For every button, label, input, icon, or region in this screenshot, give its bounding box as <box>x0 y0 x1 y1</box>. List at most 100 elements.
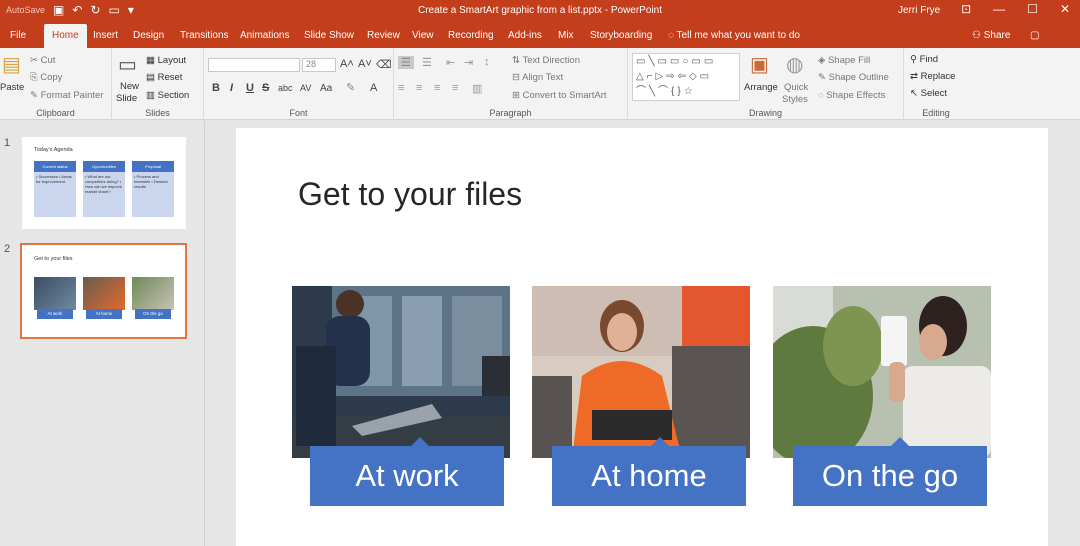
group-slides: ▭ New Slide ▦ Layout ▤ Reset ▥ Section S… <box>112 48 204 120</box>
font-name-combo[interactable] <box>208 58 300 72</box>
select-button[interactable]: ↖ Select <box>910 88 947 99</box>
decrease-indent-icon[interactable]: ⇤ <box>446 56 455 69</box>
new-slide-icon[interactable]: ▭ <box>118 52 137 77</box>
tab-insert[interactable]: Insert <box>93 30 118 41</box>
slide-thumbnail-panel[interactable]: 1 Today's Agenda Current status • Succes… <box>0 121 205 546</box>
woman-on-couch-photo[interactable] <box>532 286 750 458</box>
tab-mix[interactable]: Mix <box>558 30 574 41</box>
user-name[interactable]: Jerri Frye <box>898 5 940 16</box>
new-slide-label[interactable]: New <box>120 81 139 92</box>
arrange-icon[interactable]: ▣ <box>750 52 769 77</box>
text-direction-icon: ⇅ <box>512 55 523 66</box>
grow-font-icon[interactable]: A˄ <box>340 58 354 70</box>
cut-button[interactable]: ✂ Cut <box>30 55 55 66</box>
tab-transitions[interactable]: Transitions <box>180 30 229 41</box>
shadow-button[interactable]: abc <box>278 83 293 93</box>
arrange-button[interactable]: Arrange <box>744 82 778 93</box>
slide-thumbnail-2[interactable]: Get to your files At work At home On the… <box>20 243 187 339</box>
bold-button[interactable]: B <box>212 82 220 94</box>
caption-at-work[interactable]: At work <box>310 446 504 506</box>
align-left-icon[interactable]: ≡ <box>398 82 404 94</box>
underline-button[interactable]: U <box>246 82 254 94</box>
thumb-photo <box>83 277 125 310</box>
align-text-button[interactable]: ⊟ Align Text <box>512 72 563 83</box>
align-center-icon[interactable]: ≡ <box>416 82 422 94</box>
comments-icon[interactable]: ▢ <box>1030 30 1039 41</box>
caption-on-the-go[interactable]: On the go <box>793 446 987 506</box>
align-right-icon[interactable]: ≡ <box>434 82 440 94</box>
ribbon-display-icon[interactable]: ⊡ <box>961 2 971 16</box>
paste-button[interactable]: Paste <box>0 82 24 93</box>
shapes-gallery[interactable]: ▭╲▭▭○▭▭ △⌐▷⇨⇦◇▭ ⌒╲⌒{}☆ <box>632 53 740 101</box>
font-color-button[interactable]: A <box>370 82 377 94</box>
tab-recording[interactable]: Recording <box>448 30 494 41</box>
man-at-desk-photo[interactable] <box>292 286 510 458</box>
new-slide-label-2[interactable]: Slide <box>116 93 137 104</box>
shape-outline-button[interactable]: ✎ Shape Outline <box>818 72 889 83</box>
tab-home[interactable]: Home <box>44 24 87 48</box>
group-label-drawing: Drawing <box>748 108 782 118</box>
share-button[interactable]: ⚇ Share <box>972 30 1010 41</box>
find-button[interactable]: ⚲ Find <box>910 54 938 65</box>
fill-icon: ◈ <box>818 55 828 66</box>
outline-icon: ✎ <box>818 72 829 83</box>
tab-animations[interactable]: Animations <box>240 30 289 41</box>
copy-button[interactable]: ⎘ Copy <box>30 72 62 83</box>
replace-button[interactable]: ⇄ Replace <box>910 71 955 82</box>
thumb-label: On the go <box>135 309 171 319</box>
tab-view[interactable]: View <box>412 30 434 41</box>
format-painter-button[interactable]: ✎ Format Painter <box>30 90 103 101</box>
paste-icon[interactable]: ▤ <box>2 52 21 77</box>
tab-slide-show[interactable]: Slide Show <box>304 30 354 41</box>
replace-icon: ⇄ <box>910 71 921 82</box>
shrink-font-icon[interactable]: A˅ <box>358 58 372 70</box>
italic-button[interactable]: I <box>230 82 233 94</box>
font-size-combo[interactable]: 28 <box>302 58 336 72</box>
slide-title[interactable]: Get to your files <box>298 176 522 213</box>
woman-with-phone-photo[interactable] <box>773 286 991 458</box>
strikethrough-button[interactable]: S <box>262 82 269 94</box>
tab-review[interactable]: Review <box>367 30 400 41</box>
layout-icon: ▦ <box>146 55 158 66</box>
tab-add-ins[interactable]: Add-ins <box>508 30 542 41</box>
clear-format-icon[interactable]: ⌫ <box>376 58 392 71</box>
shape-effects-button[interactable]: ◌ Shape Effects <box>818 90 885 101</box>
thumb-photo <box>34 277 76 310</box>
columns-icon[interactable]: ▥ <box>472 82 482 95</box>
slide-thumbnail-1[interactable]: Today's Agenda Current status • Successe… <box>22 137 186 229</box>
close-icon[interactable]: ✕ <box>1060 2 1070 16</box>
quick-styles-icon[interactable]: ◍ <box>786 52 803 77</box>
cursor-icon: ↖ <box>910 88 921 99</box>
shape-fill-button[interactable]: ◈ Shape Fill <box>818 55 870 66</box>
justify-icon[interactable]: ≡ <box>452 82 458 94</box>
convert-smartart-button[interactable]: ⊞ Convert to SmartArt <box>512 90 607 101</box>
quick-styles-label[interactable]: Quick <box>784 82 808 93</box>
numbering-icon[interactable]: ☰ <box>422 56 432 69</box>
bullets-icon[interactable]: ☰ <box>398 56 414 69</box>
tell-me-search[interactable]: ◌ Tell me what you want to do <box>668 30 800 41</box>
thumb-agenda-column: Proposal • Process and timetable • Desir… <box>132 161 174 217</box>
slide-number-1: 1 <box>4 137 11 149</box>
text-direction-button[interactable]: ⇅ Text Direction <box>512 55 580 66</box>
current-slide[interactable]: Get to your files At work At home On the… <box>236 128 1048 546</box>
minimize-icon[interactable]: — <box>993 2 1005 16</box>
lightbulb-icon: ◌ <box>668 30 677 41</box>
scissors-icon: ✂ <box>30 55 41 66</box>
reset-button[interactable]: ▤ Reset <box>146 72 182 83</box>
tab-design[interactable]: Design <box>133 30 164 41</box>
ribbon: ▤ Paste ✂ Cut ⎘ Copy ✎ Format Painter Cl… <box>0 48 1080 120</box>
group-label-clipboard: Clipboard <box>36 108 75 118</box>
section-button[interactable]: ▥ Section <box>146 90 189 101</box>
layout-button[interactable]: ▦ Layout <box>146 55 186 66</box>
change-case-button[interactable]: Aa <box>320 83 332 94</box>
tab-storyboarding[interactable]: Storyboarding <box>590 30 652 41</box>
spacing-button[interactable]: AV <box>300 83 311 93</box>
increase-indent-icon[interactable]: ⇥ <box>464 56 473 69</box>
quick-styles-label-2[interactable]: Styles <box>782 94 808 105</box>
maximize-icon[interactable]: ☐ <box>1027 2 1038 16</box>
tab-file[interactable]: File <box>10 30 26 41</box>
line-spacing-icon[interactable]: ↕ <box>484 56 490 68</box>
title-bar: AutoSave ▣ ↶ ↻ ▭ ▾ Create a SmartArt gra… <box>0 0 1080 24</box>
caption-at-home[interactable]: At home <box>552 446 746 506</box>
highlight-icon[interactable]: ✎ <box>346 81 355 94</box>
